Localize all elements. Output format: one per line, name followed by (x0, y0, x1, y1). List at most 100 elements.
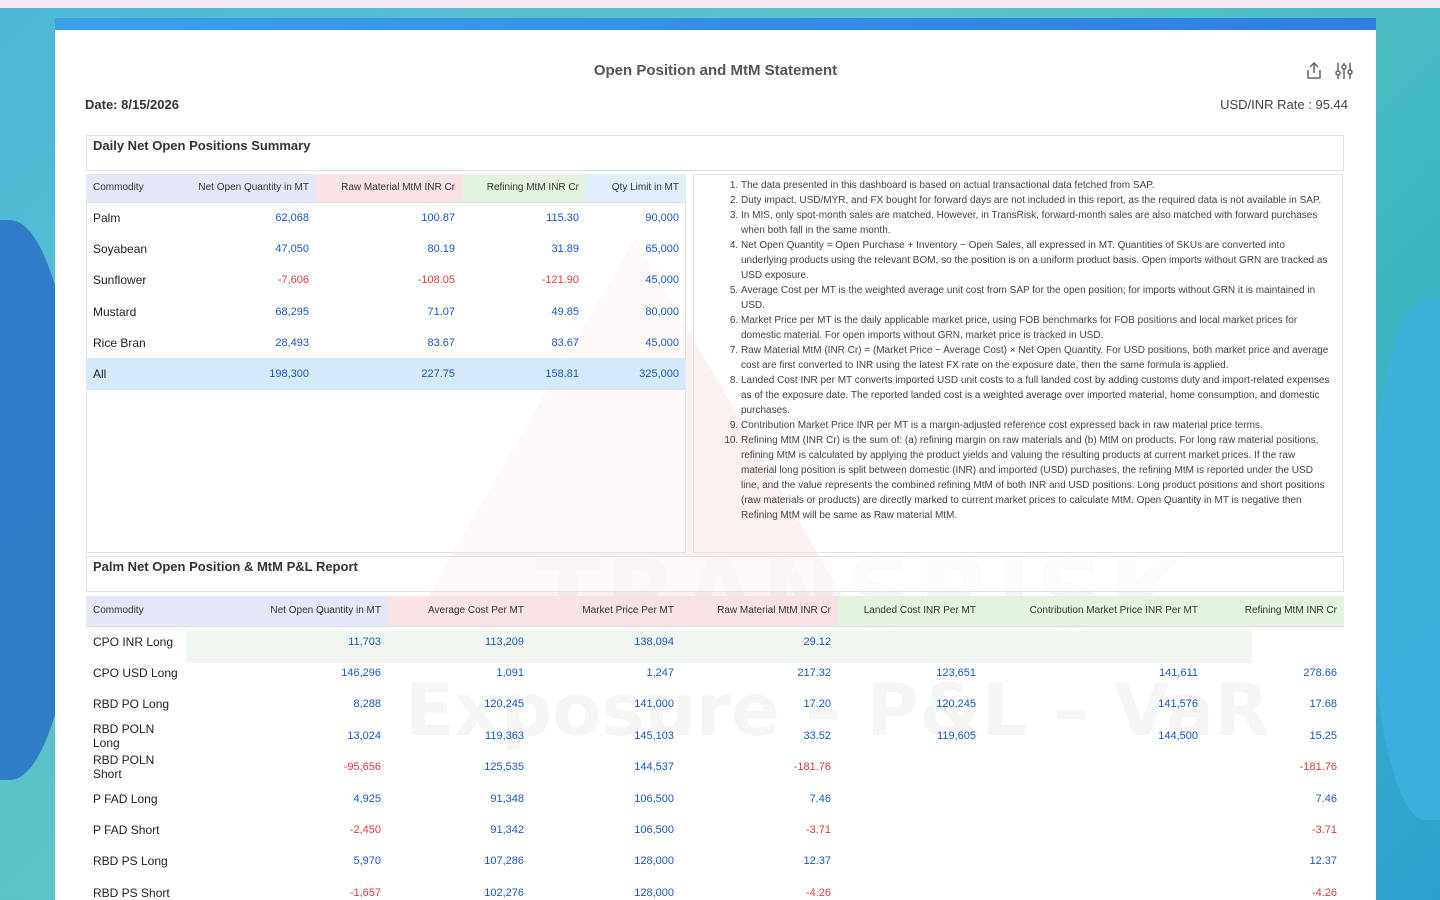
cell: 217.32 (797, 667, 831, 680)
cell: 65,000 (645, 242, 679, 255)
cell: 113,209 (485, 635, 524, 648)
cell: 1,247 (646, 667, 674, 680)
col-header[interactable]: Commodity (86, 596, 186, 627)
col-header[interactable]: Landed Cost INR Per MT (838, 596, 983, 627)
col-header[interactable]: Market Price Per MT (531, 596, 681, 627)
table-row[interactable]: P FAD Long 4,925 91,348 106,500 7.46 7.46 (86, 783, 1344, 814)
cell: RBD POLN Short (93, 753, 155, 782)
note-item: Raw Material MtM (INR Cr) = (Market Pric… (741, 343, 1332, 373)
cell: Sunflower (93, 273, 147, 288)
cell: 144,500 (1158, 729, 1198, 742)
cell: 28,493 (275, 336, 309, 349)
table-row[interactable]: RBD POLN Short -95,656 125,535 144,537 -181.… (86, 752, 1344, 783)
cell: 128,000 (634, 855, 674, 868)
cell: All (86, 358, 182, 390)
table-row[interactable]: CPO INR Long 11,703 113,209 138,094 29.12 (86, 626, 1344, 657)
cell (838, 752, 983, 783)
cell: 123,651 (936, 667, 976, 680)
col-header[interactable]: Raw Material MtM INR Cr (681, 596, 838, 627)
cell: 119,363 (485, 729, 524, 742)
table-row[interactable]: Soyabean 47,050 80.19 31.89 65,000 (86, 233, 686, 264)
cell: 198,300 (182, 358, 316, 390)
note-item: Market Price per MT is the daily applica… (741, 313, 1332, 343)
cell: -7,606 (277, 274, 309, 287)
cell: -108.05 (417, 274, 455, 287)
cell: 144,537 (634, 761, 674, 774)
cell: 17.20 (803, 698, 831, 711)
background-shape-right (1370, 300, 1440, 820)
note-item: Net Open Quantity = Open Purchase + Inve… (741, 238, 1332, 283)
col-header[interactable]: Contribution Market Price INR Per MT (983, 596, 1205, 627)
cell: 13,024 (347, 729, 381, 742)
cell: -181.76 (1299, 761, 1337, 774)
table-row[interactable]: Rice Bran 28,493 83.67 83.67 45,000 (86, 327, 686, 358)
col-header[interactable]: Commodity (86, 174, 182, 203)
col-header[interactable]: Net Open Quantity in MT (186, 596, 388, 627)
col-header[interactable]: Qty Limit in MT (586, 174, 686, 203)
table-row[interactable]: CPO USD Long 146,296 1,091 1,247 217.32 123,6… (86, 657, 1344, 688)
cell (983, 846, 1205, 877)
cell: 102,276 (484, 886, 524, 899)
col-header[interactable]: Raw Material MtM INR Cr (316, 174, 462, 203)
cell: Palm (93, 210, 121, 225)
report-card: TRANSRISK Exposure – P&L – VaR Open Posi… (55, 18, 1376, 900)
cell: 83.67 (427, 336, 455, 349)
filter-sliders-icon[interactable] (1333, 60, 1355, 82)
cell (1205, 626, 1344, 657)
table-row[interactable]: RBD POLN Long 13,024 119,363 145,103 33.52 11… (86, 720, 1344, 751)
top-strip (0, 0, 1440, 8)
notes-list: The data presented in this dashboard is … (704, 178, 1332, 523)
col-header[interactable]: Net Open Quantity in MT (182, 174, 316, 203)
cell: 33.52 (803, 729, 831, 742)
cell: 7.46 (1315, 792, 1337, 805)
cell (983, 626, 1205, 657)
col-header[interactable]: Refining MtM INR Cr (462, 174, 586, 203)
cell: 1,091 (496, 667, 524, 680)
cell (983, 752, 1205, 783)
cell (838, 877, 983, 900)
palm-table: Commodity Net Open Quantity in MT Averag… (86, 596, 1344, 900)
cell: 8,288 (353, 698, 381, 711)
cell: 12.37 (803, 855, 831, 868)
cell: -95,656 (343, 761, 381, 774)
cell (838, 783, 983, 814)
table-row[interactable]: Sunflower -7,606 -108.05 -121.90 45,000 (86, 265, 686, 296)
cell: 15.25 (1309, 729, 1337, 742)
cell: Rice Bran (93, 335, 146, 350)
cell: -4.26 (805, 886, 831, 899)
cell (838, 846, 983, 877)
cell: 45,000 (645, 336, 679, 349)
cell: 83.67 (551, 336, 579, 349)
cell: 125,535 (484, 761, 524, 774)
table-row[interactable]: Palm 62,068 100.87 115.30 90,000 (86, 202, 686, 233)
cell: 138,094 (634, 635, 674, 648)
total-row[interactable]: All 198,300 227.75 158.81 325,000 (86, 358, 686, 390)
summary-title: Daily Net Open Positions Summary (93, 138, 311, 153)
cell: 71.07 (427, 305, 455, 318)
notes-panel: The data presented in this dashboard is … (693, 174, 1343, 553)
report-date: Date: 8/15/2026 (85, 97, 179, 112)
cell: Soyabean (93, 241, 148, 256)
cell: 278.66 (1303, 667, 1337, 680)
cell: -1,657 (349, 886, 381, 899)
cell: -181.76 (793, 761, 831, 774)
cell: -4.26 (1311, 886, 1337, 899)
table-row[interactable]: RBD PS Long 5,970 107,286 128,000 12.37 12.37 (86, 846, 1344, 877)
cell: CPO USD Long (93, 666, 178, 681)
cell: 325,000 (586, 358, 686, 390)
export-icon[interactable] (1303, 60, 1325, 82)
cell: 106,500 (634, 824, 674, 837)
cell (983, 877, 1205, 900)
cell: 120,245 (936, 698, 976, 711)
col-header[interactable]: Refining MtM INR Cr (1205, 596, 1344, 627)
table-row[interactable]: P FAD Short -2,450 91,342 106,500 -3.71 -3.71 (86, 814, 1344, 845)
cell: 91,342 (490, 824, 524, 837)
cell: 31.89 (551, 242, 579, 255)
table-row[interactable]: RBD PO Long 8,288 120,245 141,000 17.20 120,2… (86, 689, 1344, 720)
cell: 49.85 (551, 305, 579, 318)
table-row[interactable]: RBD PS Short -1,657 102,276 128,000 -4.26 -4.… (86, 877, 1344, 900)
table-row[interactable]: Mustard 68,295 71.07 49.85 80,000 (86, 296, 686, 327)
note-item: Refining MtM (INR Cr) is the sum of: (a)… (741, 433, 1332, 523)
col-header[interactable]: Average Cost Per MT (388, 596, 531, 627)
cell: -3.71 (1311, 824, 1337, 837)
